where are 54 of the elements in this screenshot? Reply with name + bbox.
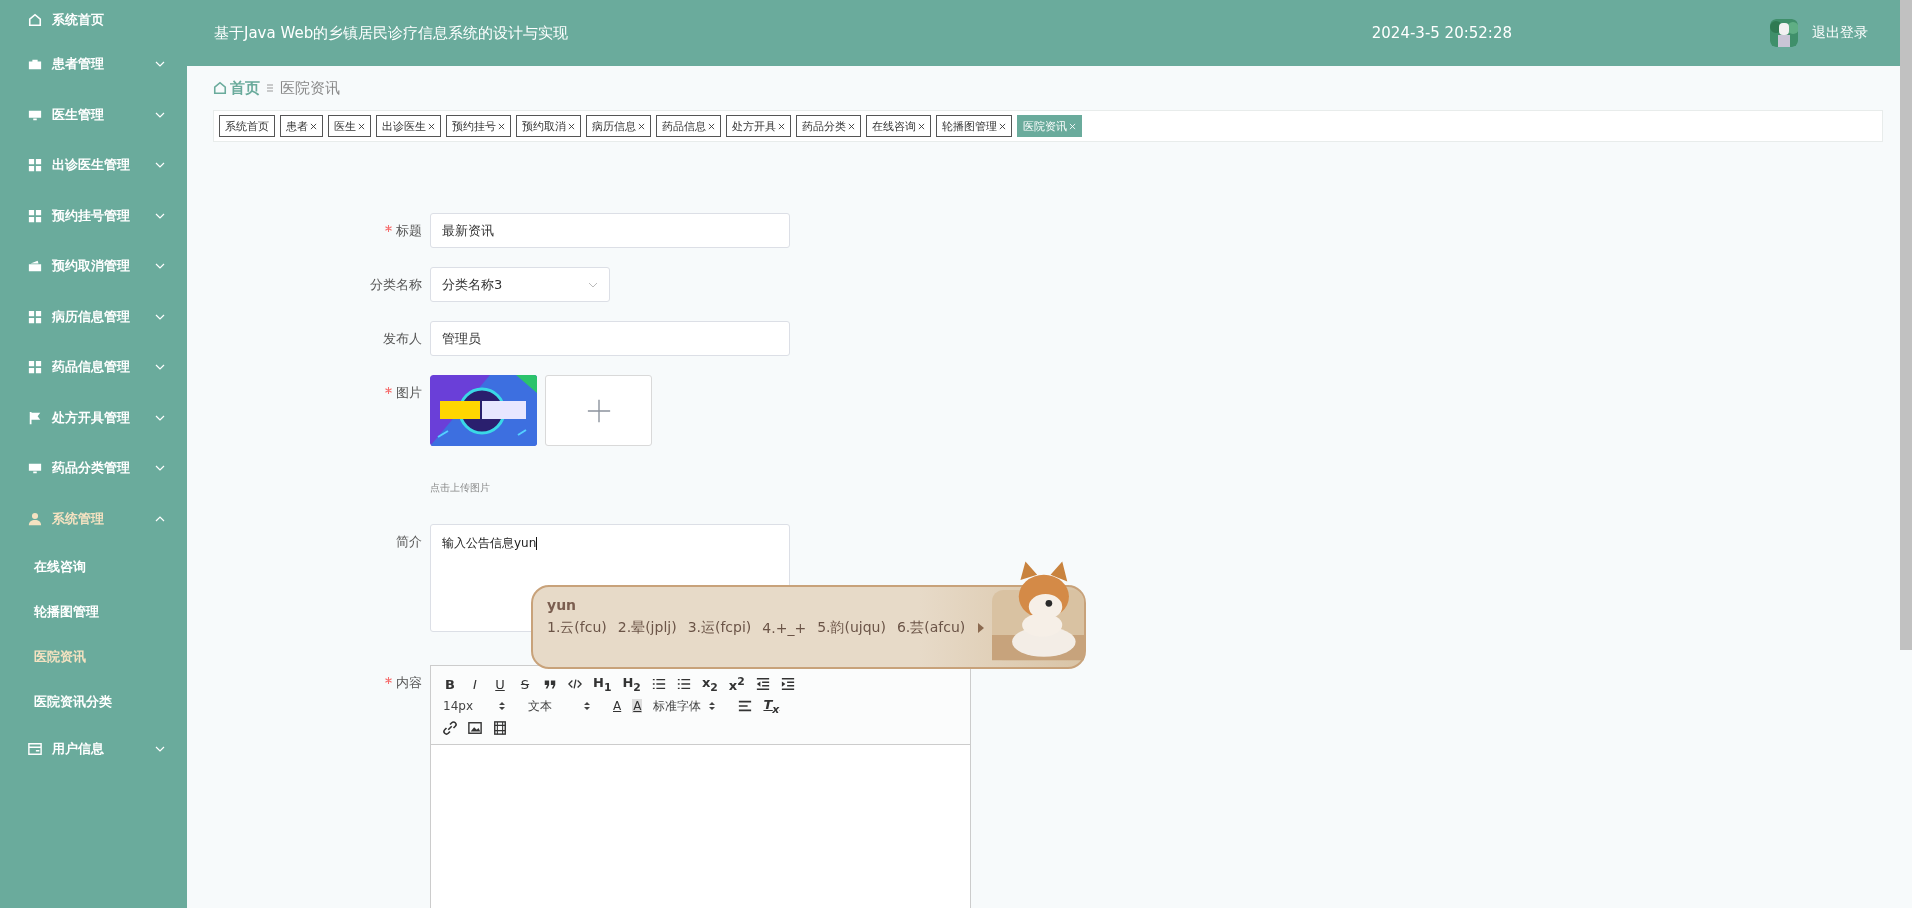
page-tab[interactable]: 药品信息	[656, 115, 721, 137]
format-button[interactable]: U	[493, 676, 507, 692]
text-field[interactable]: 最新资讯	[430, 213, 790, 248]
menu-label: 系统首页	[52, 11, 105, 29]
format-button[interactable]: H$_{2}$	[622, 674, 641, 694]
page-tab[interactable]: 预约取消	[516, 115, 581, 137]
toolbar-select[interactable]: 文本	[528, 697, 590, 715]
page-tab[interactable]: 患者	[280, 115, 323, 137]
menu-label: 预约挂号管理	[52, 206, 131, 225]
format-button[interactable]: H$_{1}$	[593, 674, 612, 694]
page-tab[interactable]: 医生	[328, 115, 371, 137]
system-title: 基于Java Web的乡镇居民诊疗信息系统的设计与实现	[214, 23, 570, 43]
menu-label: 处方开具管理	[52, 408, 131, 427]
format-button[interactable]: S	[518, 676, 532, 692]
format-button[interactable]: x$^{2}$	[728, 674, 745, 694]
field-label: 标题	[396, 222, 422, 240]
ime-candidate[interactable]: 6.芸(afcu)	[896, 619, 966, 637]
page-tab[interactable]: 系统首页	[219, 115, 275, 137]
format-button[interactable]: B	[443, 676, 457, 692]
font-color-button[interactable]: A	[613, 699, 622, 713]
breadcrumb-item: 医院资讯	[280, 78, 340, 98]
background-color-button[interactable]: A	[632, 699, 643, 713]
page-tab[interactable]: 预约挂号	[446, 115, 511, 137]
ime-input-text: yun	[547, 597, 578, 613]
menu-label: 药品信息管理	[52, 358, 131, 377]
toolbar-select[interactable]: 14px	[443, 699, 505, 713]
menu-label: 病历信息管理	[52, 307, 131, 326]
page-tab[interactable]: 病历信息	[586, 115, 651, 137]
toolbar-select[interactable]: 标准字体	[653, 697, 716, 715]
page-tab[interactable]: 出诊医生	[376, 115, 441, 137]
field-label: 分类名称	[370, 276, 422, 294]
menu-label: 患者管理	[52, 55, 105, 74]
category-select[interactable]: 分类名称3	[430, 267, 610, 302]
page-tab[interactable]: 在线咨询	[866, 115, 931, 137]
ime-candidate[interactable]: 5.韵(ujqu)	[817, 619, 886, 637]
format-button[interactable]: x$_{2}$	[701, 674, 718, 694]
menu-label: 出诊医生管理	[52, 156, 131, 175]
field-label: 简介	[396, 533, 422, 551]
format-button[interactable]: I	[468, 676, 482, 692]
page-tab[interactable]: 轮播图管理	[936, 115, 1012, 137]
field-label: 内容	[396, 674, 422, 692]
text-field[interactable]: 管理员	[430, 321, 790, 356]
page-tab[interactable]: 药品分类	[796, 115, 861, 137]
date-time: 2024-3-5 20:52:28	[1371, 24, 1512, 42]
field-label: 发布人	[383, 330, 422, 348]
format-button[interactable]: T$_{x}$	[763, 696, 780, 716]
page-tab[interactable]: 处方开具	[726, 115, 791, 137]
menu-label: 系统管理	[52, 509, 105, 528]
menu-label: 用户信息	[52, 740, 105, 759]
upload-hint: 点击上传图片	[430, 481, 491, 495]
field-label: 图片	[396, 384, 422, 402]
menu-label: 药品分类管理	[52, 459, 131, 478]
menu-label: 预约取消管理	[52, 257, 131, 276]
menu-label: 医生管理	[52, 105, 105, 124]
